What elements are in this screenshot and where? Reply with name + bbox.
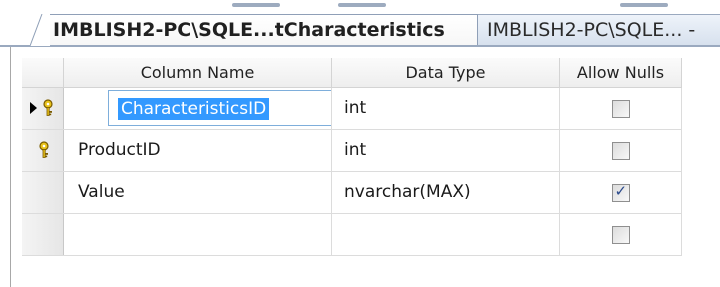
table-row[interactable] (22, 214, 682, 256)
column-name-input[interactable]: CharacteristicsID (108, 90, 331, 126)
scroll-indicator (232, 3, 280, 7)
document-tab-bar: IMBLISH2-PC\SQLE... - IMBLISH2-PC\SQLE..… (0, 14, 720, 46)
designer-left-border (10, 47, 11, 287)
row-selector[interactable] (22, 88, 64, 129)
table-row[interactable]: Value nvarchar(MAX) ✓ (22, 172, 682, 214)
allow-nulls-cell: ✓ (560, 172, 682, 213)
table-row[interactable]: CharacteristicsID int (22, 88, 682, 130)
row-pointer-icon (30, 102, 37, 114)
allow-nulls-cell (560, 88, 682, 129)
tab-label: IMBLISH2-PC\SQLE...tCharacteristics (53, 19, 445, 41)
key-icon (39, 141, 49, 158)
column-name-cell[interactable] (64, 214, 332, 255)
header-column-name[interactable]: Column Name (64, 58, 332, 88)
tab-table-design[interactable]: IMBLISH2-PC\SQLE...tCharacteristics (42, 14, 478, 45)
column-name-cell[interactable]: Value (64, 172, 332, 213)
key-icon (43, 99, 53, 116)
header-allow-nulls[interactable]: Allow Nulls (560, 58, 682, 88)
tab-slant-edge (30, 14, 50, 46)
scroll-indicator (620, 3, 668, 7)
row-selector[interactable] (22, 214, 64, 255)
data-type-cell[interactable]: int (332, 130, 560, 171)
column-name-cell[interactable]: CharacteristicsID (64, 88, 332, 129)
selected-text: CharacteristicsID (118, 98, 270, 120)
checkmark-icon: ✓ (614, 181, 628, 200)
row-selector[interactable] (22, 172, 64, 213)
allow-nulls-cell (560, 214, 682, 255)
tab-label: IMBLISH2-PC\SQLE... - (487, 19, 696, 41)
scroll-indicator (338, 3, 386, 7)
allow-nulls-checkbox[interactable] (611, 225, 630, 244)
data-type-cell[interactable]: int (332, 88, 560, 129)
header-data-type[interactable]: Data Type (332, 58, 560, 88)
header-row-selector (22, 58, 64, 88)
tab-other-table[interactable]: IMBLISH2-PC\SQLE... - (476, 14, 720, 45)
allow-nulls-cell (560, 130, 682, 171)
table-row[interactable]: ProductID int (22, 130, 682, 172)
data-type-cell[interactable] (332, 214, 560, 255)
allow-nulls-checkbox[interactable]: ✓ (611, 181, 630, 202)
allow-nulls-checkbox[interactable] (611, 99, 630, 118)
allow-nulls-checkbox[interactable] (611, 141, 630, 160)
column-name-cell[interactable]: ProductID (64, 130, 332, 171)
data-type-cell[interactable]: nvarchar(MAX) (332, 172, 560, 213)
row-selector[interactable] (22, 130, 64, 171)
grid-header: Column Name Data Type Allow Nulls (22, 58, 682, 88)
